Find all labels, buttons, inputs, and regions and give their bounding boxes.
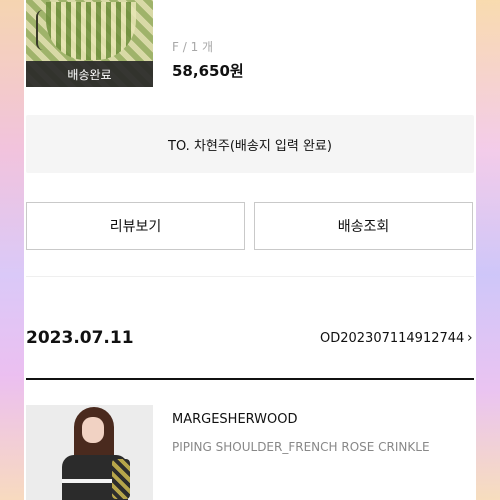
bag-graphic	[46, 2, 136, 60]
left-gradient-edge	[0, 0, 24, 500]
model-face-graphic	[82, 417, 104, 443]
product-name[interactable]: PIPING SHOULDER_FRENCH ROSE CRINKLE	[172, 440, 430, 454]
shipping-recipient-box: TO. 차현주(배송지 입력 완료)	[26, 115, 474, 173]
product-price: 58,650원	[172, 62, 244, 80]
chevron-right-icon[interactable]: ›	[467, 330, 473, 346]
section-divider	[26, 276, 474, 277]
track-shipment-button[interactable]: 배송조회	[254, 202, 473, 250]
order-header-divider	[26, 378, 474, 380]
shipping-recipient-text: TO. 차현주(배송지 입력 완료)	[168, 138, 332, 154]
product-brand[interactable]: MARGESHERWOOD	[172, 412, 298, 427]
product-option: F / 1 개	[172, 40, 214, 54]
view-review-button[interactable]: 리뷰보기	[26, 202, 245, 250]
order-number-link[interactable]: OD202307114912744	[320, 331, 464, 346]
product-thumbnail[interactable]: 배송완료	[26, 0, 153, 87]
delivery-status-badge: 배송완료	[26, 61, 153, 87]
order-history-screen: 배송완료 F / 1 개 58,650원 TO. 차현주(배송지 입력 완료) …	[0, 0, 500, 500]
right-gradient-edge	[476, 0, 500, 500]
order-date: 2023.07.11	[26, 328, 134, 348]
bag-strap-graphic	[112, 459, 130, 499]
product-thumbnail[interactable]	[26, 405, 153, 500]
